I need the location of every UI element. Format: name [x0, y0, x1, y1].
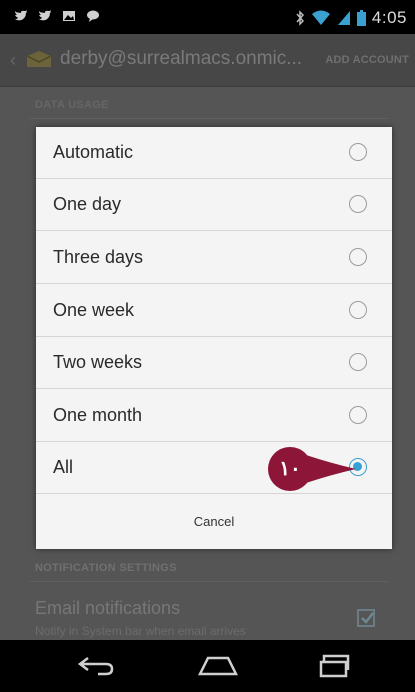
- divider: [30, 118, 388, 119]
- action-bar: ‹ derby@surrealmacs.onmic... ADD ACCOUNT: [0, 34, 415, 87]
- radio-button[interactable]: [349, 301, 367, 319]
- option-label: One week: [53, 300, 135, 320]
- option-label: One day: [53, 194, 122, 214]
- notification-icons: [14, 9, 100, 23]
- option-label: Three days: [53, 247, 144, 267]
- navigation-bar: [0, 640, 415, 692]
- divider: [30, 581, 388, 582]
- option-automatic[interactable]: Automatic: [36, 127, 392, 179]
- email-app-icon[interactable]: [26, 50, 52, 68]
- radio-button[interactable]: [349, 248, 367, 266]
- checkmark-icon: [361, 612, 374, 624]
- option-label: Automatic: [53, 142, 134, 162]
- radio-button[interactable]: [349, 195, 367, 213]
- clock: 4:05: [371, 8, 407, 27]
- status-bar: 4:05: [0, 0, 415, 34]
- gallery-icon: [63, 11, 75, 21]
- chat-icon: [87, 10, 99, 22]
- twitter-icon: [39, 10, 51, 21]
- system-icons: 4:05: [295, 8, 407, 28]
- option-label: Two weeks: [53, 352, 143, 372]
- radio-button[interactable]: [349, 353, 367, 371]
- email-notifications-summary: Notify in System bar when email arrives: [35, 624, 246, 638]
- step-callout: ١٠: [268, 447, 358, 491]
- notification-settings-header: NOTIFICATION SETTINGS: [35, 562, 177, 574]
- radio-button[interactable]: [349, 406, 367, 424]
- battery-icon: [356, 10, 366, 26]
- option-label: One month: [53, 405, 143, 425]
- cancel-button[interactable]: Cancel: [36, 496, 392, 549]
- bluetooth-icon: [296, 10, 304, 26]
- email-notifications-checkbox[interactable]: [357, 609, 375, 627]
- option-label: All: [53, 457, 74, 477]
- wifi-icon: [311, 10, 330, 25]
- option-one-day[interactable]: One day: [36, 179, 392, 231]
- option-one-month[interactable]: One month: [36, 390, 392, 442]
- email-notifications-title[interactable]: Email notifications: [35, 598, 180, 619]
- cancel-label: Cancel: [193, 514, 235, 529]
- back-icon[interactable]: [76, 652, 116, 680]
- home-icon[interactable]: [196, 652, 240, 680]
- option-three-days[interactable]: Three days: [36, 232, 392, 284]
- data-usage-header: DATA USAGE: [35, 99, 109, 111]
- twitter-icon: [15, 10, 27, 21]
- recents-icon[interactable]: [318, 652, 358, 680]
- add-account-button[interactable]: ADD ACCOUNT: [325, 54, 409, 66]
- radio-button[interactable]: [349, 143, 367, 161]
- option-two-weeks[interactable]: Two weeks: [36, 337, 392, 389]
- up-caret-icon[interactable]: ‹: [10, 50, 16, 71]
- account-title: derby@surrealmacs.onmic...: [60, 48, 303, 69]
- option-one-week[interactable]: One week: [36, 285, 392, 337]
- step-number: ١٠: [279, 458, 301, 480]
- signal-icon: [337, 11, 350, 25]
